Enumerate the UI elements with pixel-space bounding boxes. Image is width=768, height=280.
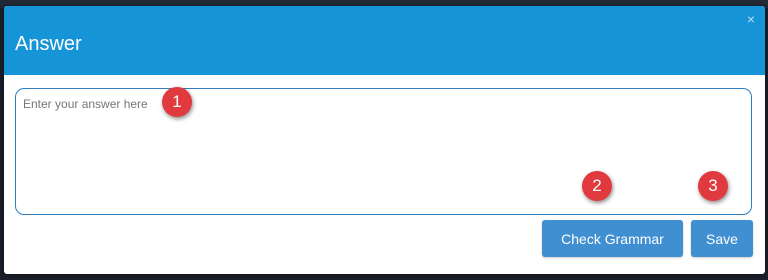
save-button[interactable]: Save <box>691 220 753 257</box>
annotation-marker-2: 2 <box>582 171 612 201</box>
answer-dialog: Answer × Check Grammar Save <box>4 6 765 274</box>
dialog-title: Answer <box>15 33 82 55</box>
annotation-marker-1: 1 <box>162 87 192 117</box>
check-grammar-button[interactable]: Check Grammar <box>542 220 683 257</box>
close-icon[interactable]: × <box>747 12 755 26</box>
dialog-header: Answer × <box>4 6 765 75</box>
annotation-marker-3: 3 <box>698 171 728 201</box>
answer-textarea[interactable] <box>15 88 752 215</box>
